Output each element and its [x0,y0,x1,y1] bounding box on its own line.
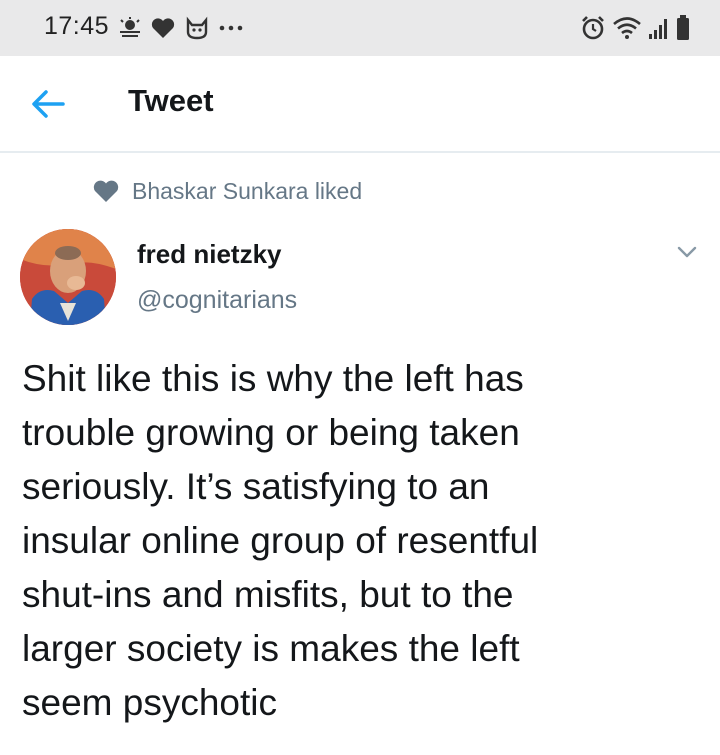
user-handle[interactable]: @cognitarians [137,286,297,315]
tweet-text: Shit like this is why the left has troub… [22,358,539,723]
status-bar: 17:45 [0,0,720,56]
heart-icon [93,180,119,202]
status-left-icons [118,15,243,41]
arrow-left-icon[interactable] [28,86,68,122]
status-time: 17:45 [44,12,110,40]
chevron-down-icon[interactable] [676,244,698,260]
status-right-icons [580,14,690,42]
header: Tweet [0,56,720,153]
avatar[interactable] [20,229,116,325]
social-context[interactable]: Bhaskar Sunkara liked [92,176,362,206]
avatar-image [20,229,116,325]
alarm-icon [582,16,604,40]
cat-icon [186,16,208,40]
signal-icon [649,19,667,39]
more-dots-icon [219,25,243,31]
display-name[interactable]: fred nietzky [137,239,282,270]
page-title: Tweet [128,83,214,118]
weather-icon [120,17,140,37]
battery-icon [677,15,689,40]
wifi-icon [613,17,641,39]
social-context-text: Bhaskar Sunkara liked [132,177,363,204]
heart-icon [151,18,175,38]
